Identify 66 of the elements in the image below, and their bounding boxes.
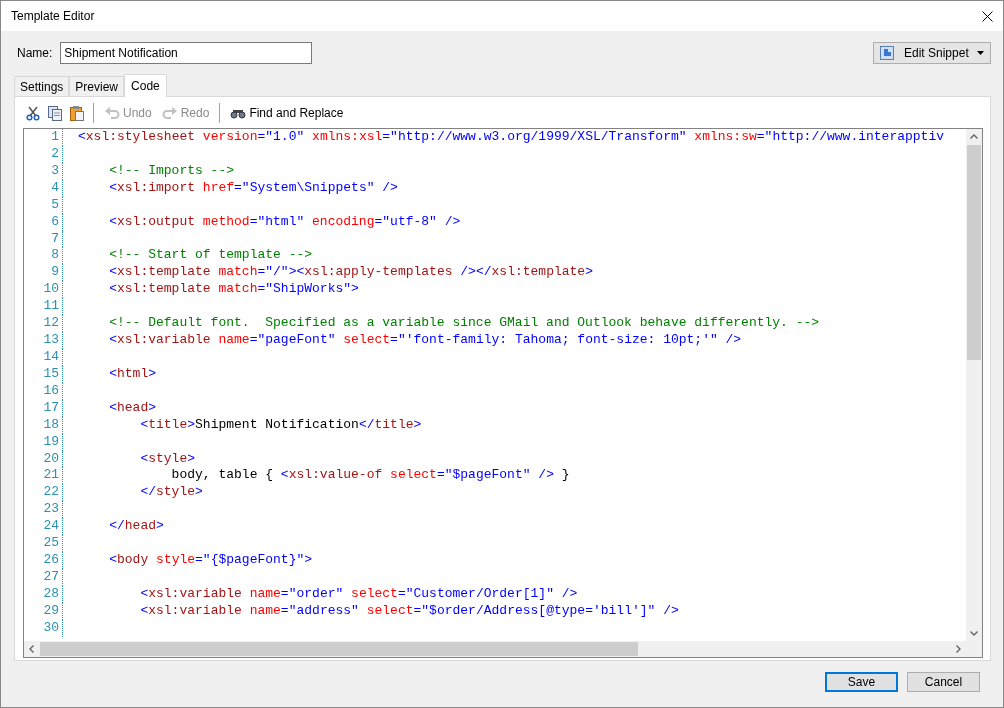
tab[interactable]: Preview	[69, 76, 125, 96]
line-number: 29	[42, 602, 60, 620]
clipboard-icon[interactable]	[69, 105, 85, 121]
code-line: <xsl:template match="ShipWorks">	[108, 281, 359, 299]
line-number: 9	[50, 264, 60, 282]
line-number: 11	[42, 298, 60, 316]
line-number: 8	[50, 247, 60, 265]
close-icon[interactable]	[982, 10, 993, 22]
line-number: 26	[42, 552, 60, 569]
line-number: 22	[42, 484, 60, 502]
line-number: 4	[50, 179, 60, 197]
code-line: <!-- Start of template -->	[108, 247, 313, 265]
tab[interactable]: Settings	[14, 76, 70, 96]
line-number: 15	[42, 365, 60, 383]
name-field[interactable]: Shipment Notification	[60, 42, 313, 64]
code-line: <!-- Default font. Specified as a variable since GMail and Outlook behave differently. -->	[108, 315, 820, 333]
cancel-button[interactable]: Cancel	[907, 672, 980, 692]
line-number: 18	[42, 416, 60, 434]
line-number: 1	[50, 129, 60, 146]
line-number: 16	[42, 382, 60, 400]
code-line: <style>	[139, 450, 196, 468]
save-button[interactable]: Save	[825, 672, 898, 692]
code-line: <head>	[108, 399, 157, 417]
line-number: 2	[50, 145, 60, 163]
find-button[interactable]: Find and Replace	[228, 104, 346, 122]
line-number: 6	[50, 213, 60, 231]
code-line: <xsl:stylesheet version="1.0" xmlns:xsl="http://www.w3.org/1999/XSL/Transform" xmlns:sw="http://www.interapptiv	[78, 129, 945, 146]
code-line: <xsl:variable name="order" select="Customer/Order[1]" />	[139, 585, 578, 603]
line-number: 13	[42, 332, 60, 349]
line-number: 3	[50, 162, 60, 180]
line-number: 17	[42, 399, 60, 417]
code-line: <xsl:variable name="pageFont" select="'font-family: Tahoma; font-size: 10pt;'" />	[108, 332, 742, 349]
line-number: 19	[42, 433, 60, 451]
line-number: 21	[42, 467, 60, 485]
code-line: <html>	[108, 365, 157, 383]
caret-icon[interactable]	[977, 51, 984, 55]
edit-snippet-button[interactable]: Edit Snippet	[873, 42, 991, 64]
name-label: Name:	[17, 46, 53, 60]
line-number: 28	[42, 585, 60, 603]
line-number: 23	[42, 501, 60, 519]
code-line: </head>	[108, 518, 164, 536]
code-line: <!-- Imports -->	[108, 162, 235, 180]
code-line: <title>Shipment Notification</title>	[139, 416, 422, 434]
code-line: <xsl:template match="/"><xsl:apply-templates /></xsl:template>	[108, 264, 593, 282]
line-number: 20	[42, 450, 60, 468]
tab[interactable]: Code	[124, 74, 167, 97]
line-number: 10	[42, 281, 60, 299]
code-line: <xsl:variable name="address" select="$order/Address[@type='bill']" />	[139, 602, 679, 620]
line-number: 27	[42, 568, 60, 586]
code-line: <xsl:output method="html" encoding="utf-8" />	[108, 213, 461, 231]
scissors-icon[interactable]	[25, 105, 41, 121]
code-line: <xsl:import href="System\Snippets" />	[108, 179, 398, 197]
line-number: 14	[42, 349, 60, 366]
code-line: </style>	[139, 484, 203, 502]
copy-icon[interactable]	[47, 105, 63, 121]
line-number: 30	[42, 619, 60, 637]
line-number: 7	[50, 230, 60, 248]
code-line: body, table { <xsl:value-of select="$pageFont" /> }	[170, 467, 570, 485]
code-line: <body style="{$pageFont}">	[108, 552, 313, 569]
line-number: 12	[42, 315, 60, 333]
window-title: Template Editor	[11, 9, 95, 23]
scrollbar-thumb[interactable]	[40, 642, 638, 656]
line-number: 5	[50, 196, 60, 214]
line-number: 24	[42, 518, 60, 536]
scrollbar-thumb[interactable]	[967, 145, 981, 360]
line-number: 25	[42, 535, 60, 553]
